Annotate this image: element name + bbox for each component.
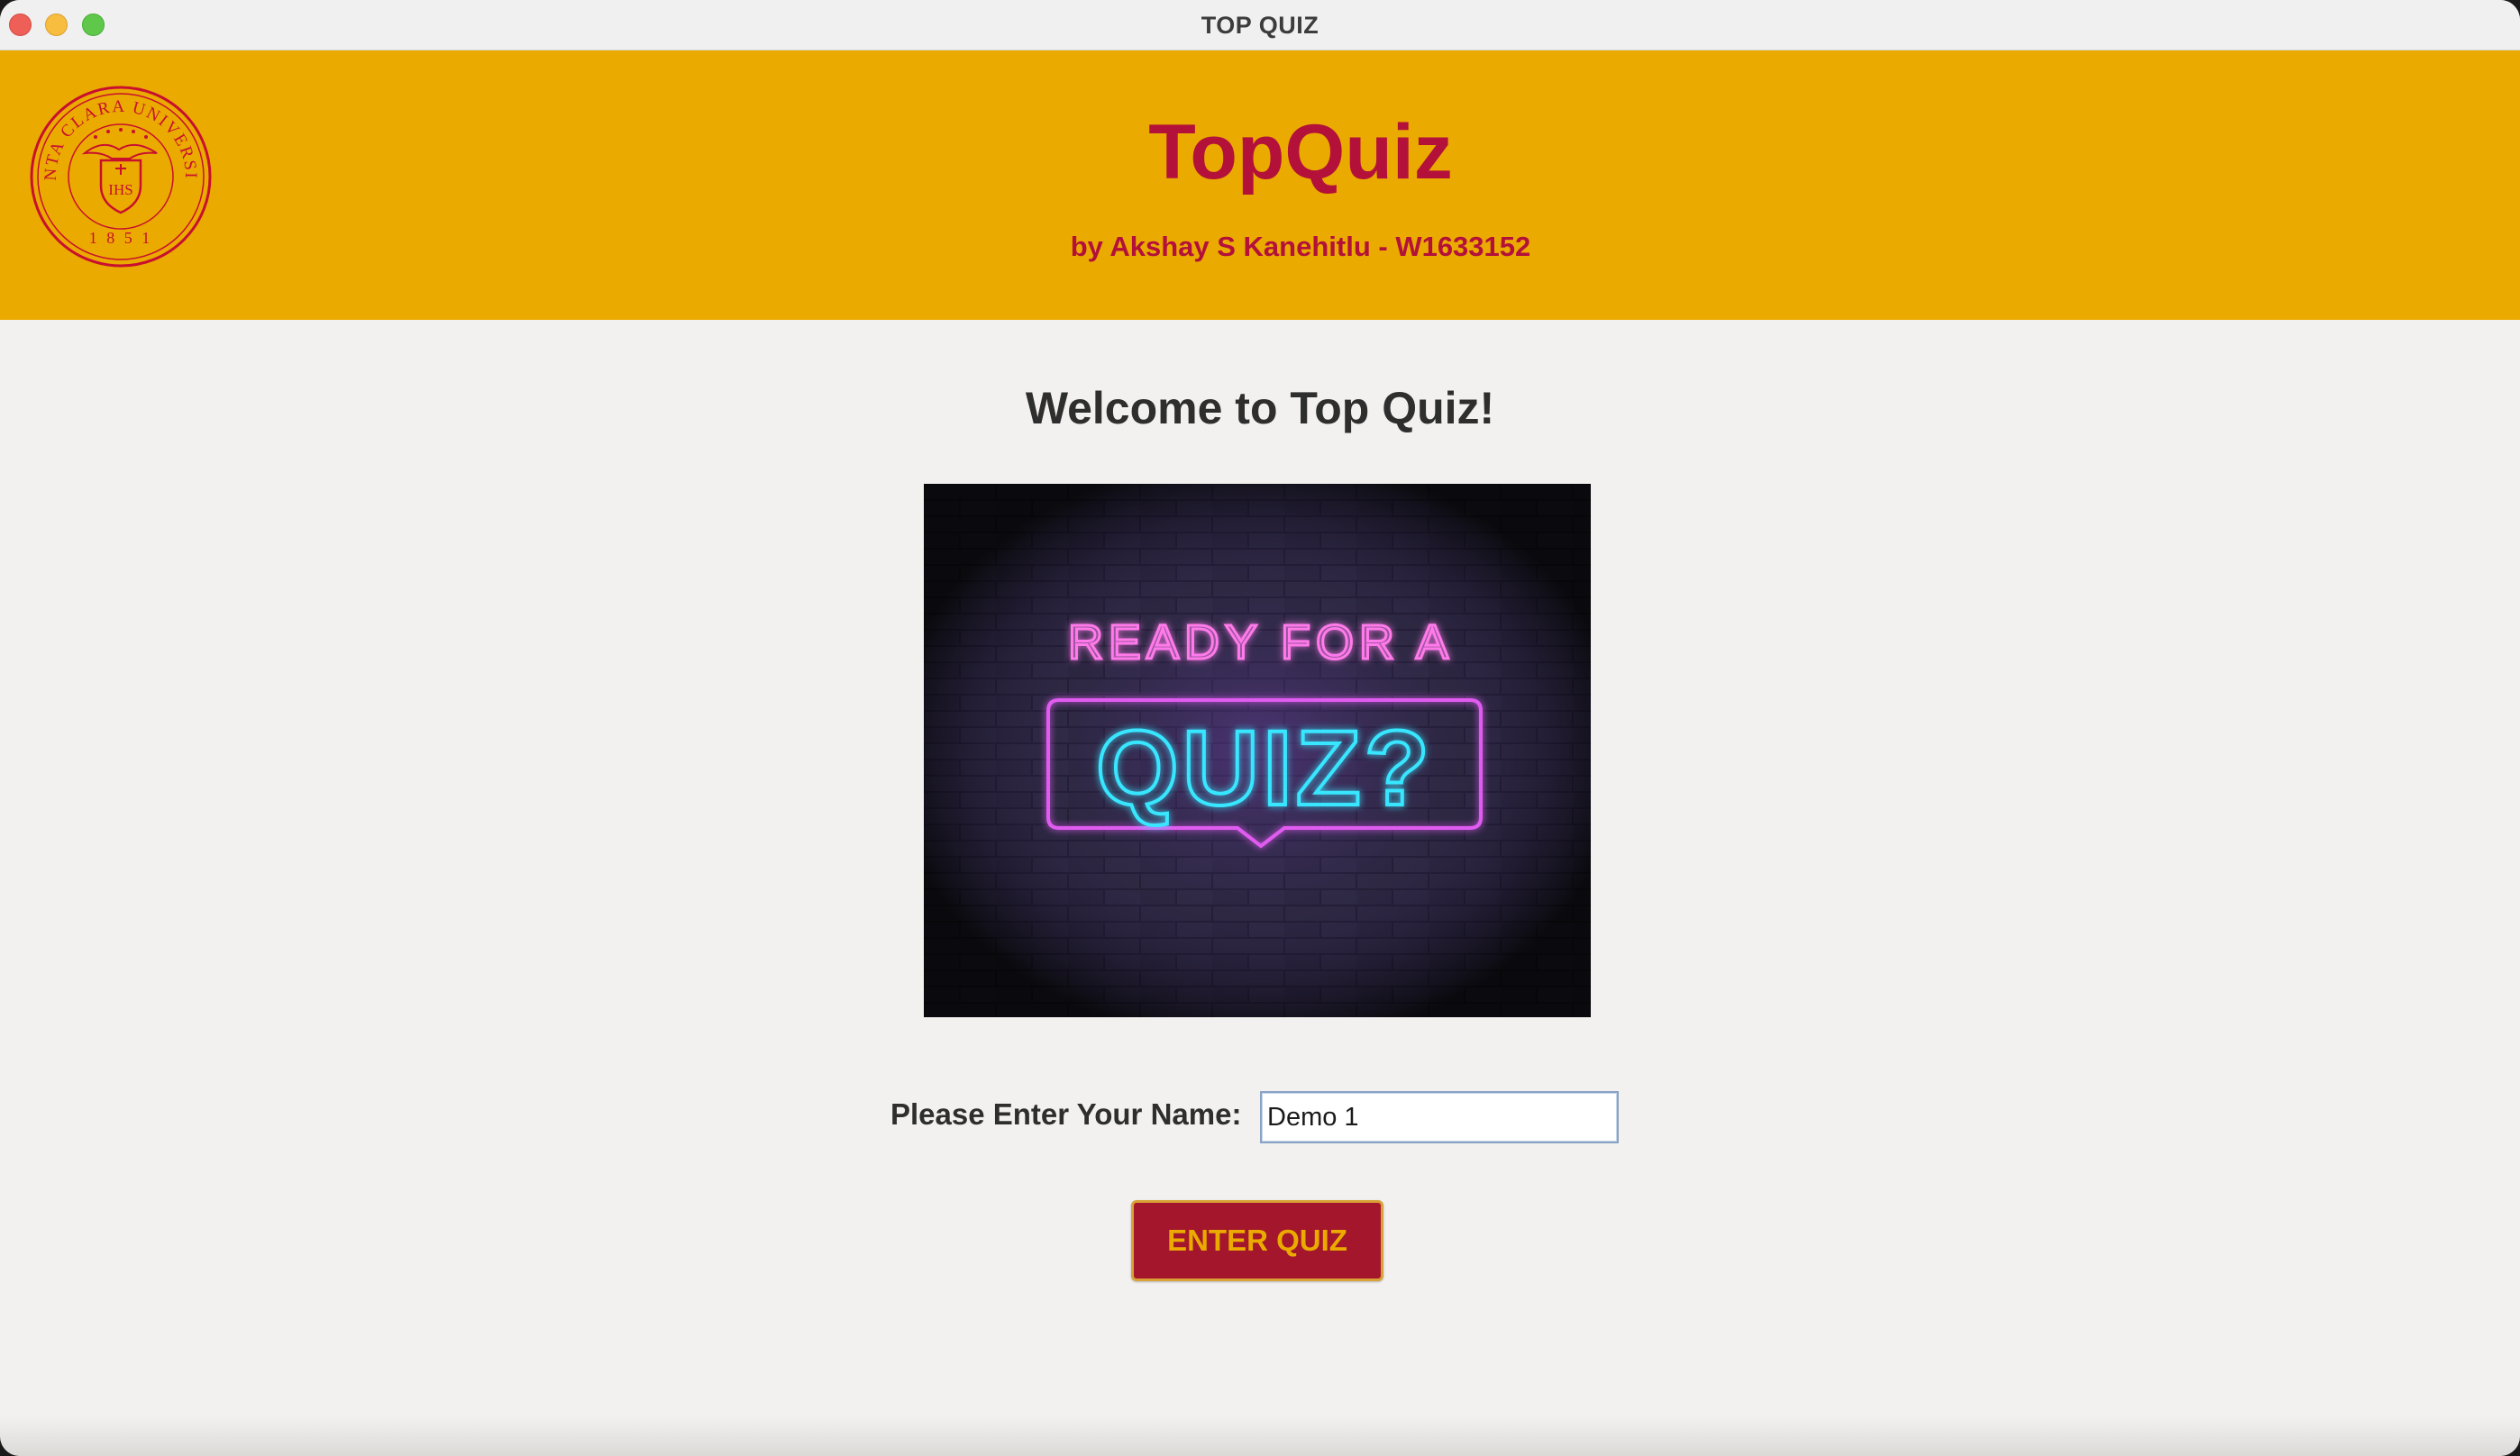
name-input[interactable] [1260, 1091, 1619, 1143]
ready-for-quiz-image: READY FOR A QUIZ? [924, 484, 1591, 1017]
image-text-quiz: QUIZ? [1096, 709, 1433, 828]
window-title: TOP QUIZ [1201, 12, 1319, 39]
app-subtitle: by Akshay S Kanehitlu - W1633152 [1070, 231, 1531, 262]
app-title: TopQuiz [1148, 109, 1453, 196]
app-window: TOP QUIZ SANTA CLARA UNIVERSITY 1 8 5 1 … [0, 0, 2520, 1456]
header-banner: SANTA CLARA UNIVERSITY 1 8 5 1 IHS TopQu… [0, 50, 2520, 320]
image-text-ready: READY FOR A [1068, 615, 1454, 669]
name-label: Please Enter Your Name: [890, 1097, 1242, 1131]
title-bar: TOP QUIZ [0, 0, 2520, 50]
welcome-heading: Welcome to Top Quiz! [1025, 383, 1495, 433]
enter-quiz-button[interactable]: ENTER QUIZ [1131, 1200, 1383, 1281]
window-bottom-edge [0, 1416, 2520, 1456]
